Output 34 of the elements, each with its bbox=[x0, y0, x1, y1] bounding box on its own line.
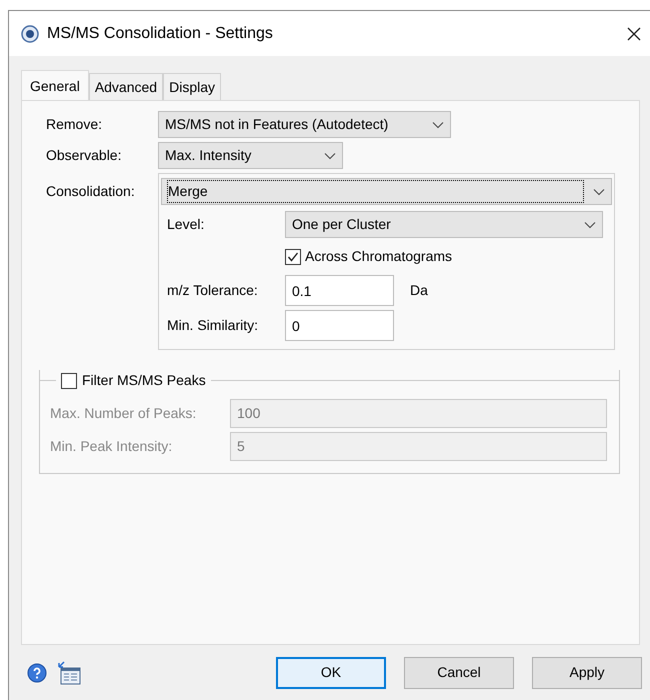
dropdown[interactable]: One per Cluster bbox=[285, 211, 603, 238]
dialog-button[interactable]: Cancel bbox=[404, 656, 514, 688]
unit-label: Da bbox=[410, 281, 428, 300]
app-icon bbox=[21, 24, 39, 42]
checkbox-label: Across Chromatograms bbox=[305, 247, 452, 266]
text-field[interactable]: 0 bbox=[285, 310, 394, 341]
checkbox-label: Filter MS/MS Peaks bbox=[82, 371, 206, 390]
field-label: Min. Peak Intensity: bbox=[50, 437, 174, 456]
dialog-button[interactable]: Apply bbox=[532, 656, 642, 688]
caret-icon bbox=[324, 152, 336, 160]
close-icon[interactable] bbox=[626, 26, 642, 42]
dropdown[interactable]: Max. Intensity bbox=[158, 142, 343, 169]
text-field[interactable]: 0.1 bbox=[285, 275, 394, 306]
ok-button[interactable]: OK bbox=[276, 656, 386, 688]
field-label: m/z Tolerance: bbox=[167, 281, 259, 300]
field-label: Max. Number of Peaks: bbox=[50, 404, 198, 423]
caret-icon bbox=[432, 120, 444, 128]
tab[interactable]: Advanced bbox=[88, 73, 164, 100]
caret-icon bbox=[593, 188, 605, 196]
help-icon[interactable] bbox=[27, 662, 47, 682]
field-label: Min. Similarity: bbox=[167, 316, 260, 335]
tab[interactable]: General bbox=[21, 70, 89, 100]
checkbox[interactable] bbox=[61, 372, 77, 388]
field-label: Consolidation: bbox=[46, 182, 136, 201]
window-title: MS/MS Consolidation - Settings bbox=[47, 24, 273, 44]
field-label: Observable: bbox=[46, 146, 122, 165]
dropdown[interactable]: Merge bbox=[161, 178, 612, 205]
checkbox[interactable] bbox=[285, 248, 301, 264]
dropdown[interactable]: MS/MS not in Features (Autodetect) bbox=[158, 111, 451, 138]
tab[interactable]: Display bbox=[163, 73, 221, 100]
caret-icon bbox=[584, 220, 596, 228]
field-label: Remove: bbox=[46, 115, 104, 134]
window-settings-icon[interactable] bbox=[57, 660, 81, 684]
field-label: Level: bbox=[167, 215, 206, 234]
